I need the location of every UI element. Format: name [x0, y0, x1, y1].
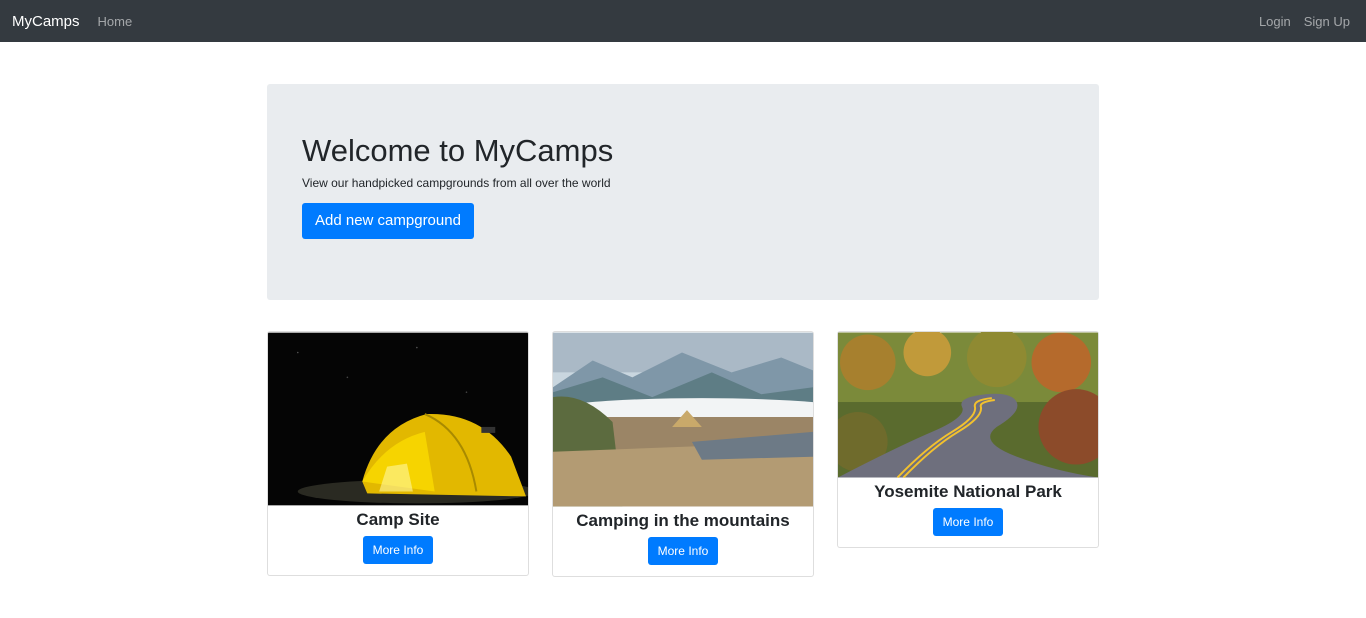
campground-title: Camping in the mountains — [576, 511, 790, 530]
nav-right: Login Sign Up — [1259, 14, 1350, 29]
campground-card: Camping in the mountains More Info — [552, 331, 814, 577]
mountain-tent-photo — [553, 332, 813, 507]
night-tent-photo — [268, 332, 528, 506]
forest-road-photo — [838, 332, 1098, 478]
campground-card: Camp Site More Info — [267, 331, 529, 576]
campground-title: Yosemite National Park — [874, 482, 1062, 501]
more-info-button[interactable]: More Info — [647, 537, 719, 565]
page-title: Welcome to MyCamps — [302, 133, 614, 168]
campground-card: Yosemite National Park More Info — [837, 331, 1099, 548]
campground-title: Camp Site — [356, 510, 440, 529]
nav-login-link[interactable]: Login — [1259, 14, 1291, 29]
more-info-button[interactable]: More Info — [362, 536, 434, 564]
more-info-button[interactable]: More Info — [932, 508, 1004, 536]
add-campground-button[interactable]: Add new campground — [302, 203, 474, 239]
jumbotron: Welcome to MyCamps View our handpicked c… — [267, 84, 1099, 300]
brand-link[interactable]: MyCamps — [12, 13, 80, 30]
page-subtitle: View our handpicked campgrounds from all… — [302, 176, 611, 190]
nav-signup-link[interactable]: Sign Up — [1304, 14, 1350, 29]
navbar: MyCamps Home Login Sign Up — [0, 0, 1366, 42]
nav-home-link[interactable]: Home — [98, 14, 133, 29]
